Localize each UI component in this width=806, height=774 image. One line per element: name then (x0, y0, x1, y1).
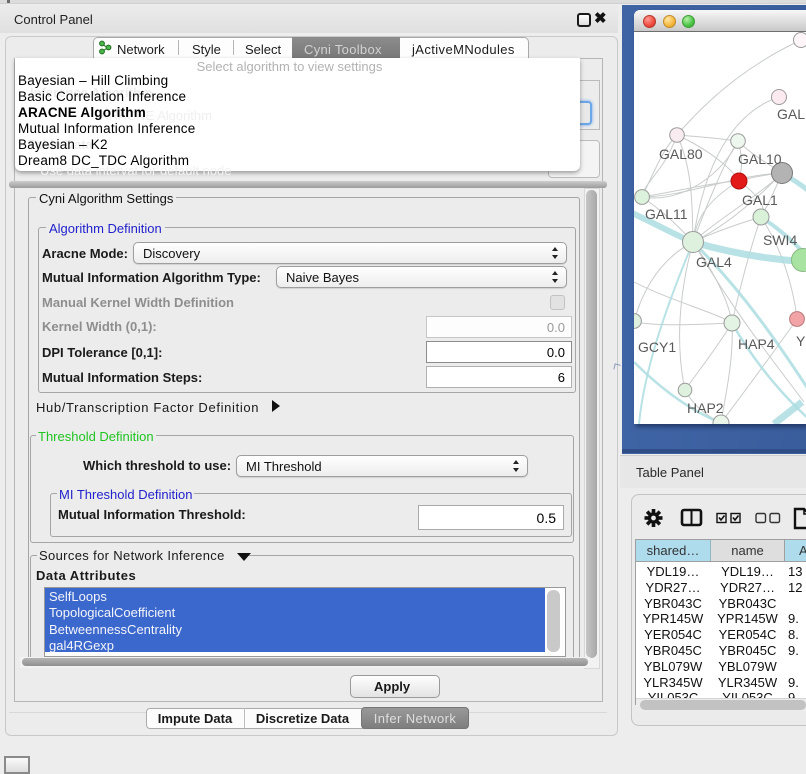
svg-text:GAL1: GAL1 (742, 192, 778, 208)
svg-text:HAP4: HAP4 (738, 336, 775, 352)
svg-text:SWI4: SWI4 (763, 232, 797, 248)
svg-text:Y: Y (796, 333, 806, 349)
svg-text:HAP2: HAP2 (687, 400, 724, 416)
svg-text:GAL11: GAL11 (645, 206, 688, 222)
svg-text:GAL80: GAL80 (659, 146, 703, 162)
svg-text:GCY1: GCY1 (638, 339, 676, 355)
svg-text:GAL10: GAL10 (738, 151, 782, 167)
svg-text:GAL4: GAL4 (696, 254, 732, 270)
svg-text:GAL: GAL (777, 106, 805, 122)
